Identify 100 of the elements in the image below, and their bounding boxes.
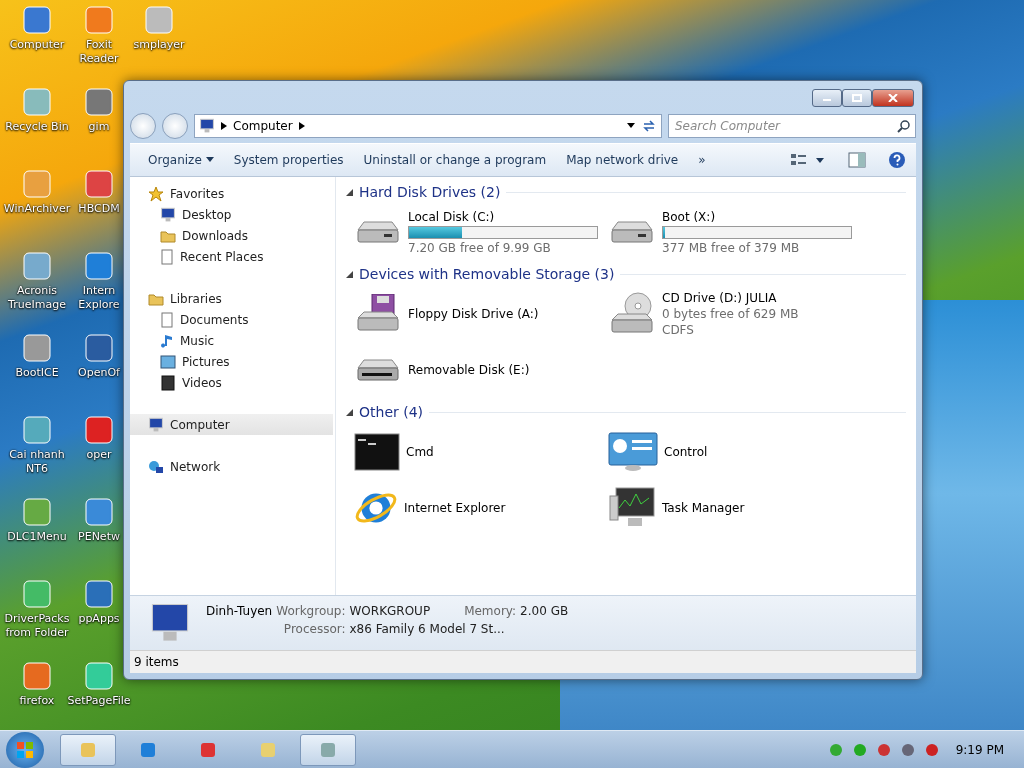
app-icon[interactable] <box>21 332 53 364</box>
app-icon[interactable] <box>83 660 115 692</box>
breadcrumb[interactable]: Computer <box>233 119 293 133</box>
sidebar-item[interactable]: Computer <box>130 414 333 435</box>
taskbar-app-button[interactable] <box>300 733 356 766</box>
tray-icon[interactable] <box>851 741 868 758</box>
collapse-arrow-icon[interactable] <box>346 408 353 416</box>
toolbar-button[interactable]: Organize <box>140 149 222 171</box>
item-name[interactable]: Removable Disk (E:) <box>408 363 530 377</box>
tray-icon[interactable] <box>875 741 892 758</box>
dropdown-icon <box>205 157 214 163</box>
chevron-icon <box>221 122 227 130</box>
toolbar-button[interactable]: Map network drive <box>558 149 687 171</box>
detail-label: Processor: <box>282 622 346 636</box>
music-note-icon <box>160 332 174 349</box>
app-icon[interactable] <box>83 168 115 200</box>
item-name[interactable]: Internet Explorer <box>404 501 506 515</box>
preview-pane-icon[interactable] <box>848 152 866 168</box>
desktop-icon-label[interactable]: BootICE <box>15 366 59 380</box>
minimize-button[interactable] <box>812 89 842 107</box>
item-detail: 377 MB free of 379 MB <box>662 240 801 255</box>
desktop-icon-label[interactable]: Acronis TrueImage <box>0 284 74 312</box>
taskbar-app-button[interactable] <box>60 733 116 766</box>
search-input[interactable]: Search Computer <box>673 118 897 134</box>
desktop-icon-label[interactable]: SetPageFile <box>67 694 131 708</box>
clock[interactable]: 9:19 PM <box>955 742 1004 757</box>
close-button[interactable] <box>872 89 914 107</box>
desktop-icon-label[interactable]: oper <box>86 448 112 462</box>
computer-icon <box>199 118 215 134</box>
group-header[interactable]: Hard Disk Drives (2) <box>359 184 501 200</box>
sidebar-item[interactable]: Music <box>130 330 333 351</box>
desktop-icon-label[interactable]: OpenOf <box>78 366 120 380</box>
item-name[interactable]: Control <box>664 445 708 459</box>
item-name[interactable]: Task Manager <box>662 501 745 515</box>
app-icon <box>139 740 157 759</box>
app-icon[interactable] <box>21 496 53 528</box>
computer-icon <box>148 416 164 433</box>
sidebar-item[interactable]: Pictures <box>130 351 333 372</box>
group-header[interactable]: Devices with Removable Storage (3) <box>359 266 615 282</box>
item-name[interactable]: CD Drive (D:) JULIA <box>662 291 799 305</box>
app-icon[interactable] <box>21 4 53 36</box>
app-icon[interactable] <box>83 496 115 528</box>
sidebar-item[interactable]: Network <box>130 456 333 477</box>
desktop-icon-label[interactable]: DLC1Menu <box>7 530 67 544</box>
app-icon[interactable] <box>83 4 115 36</box>
toolbar-button[interactable]: System properties <box>225 149 352 171</box>
folder-icon <box>160 228 176 243</box>
app-icon[interactable] <box>21 250 53 282</box>
item-name[interactable]: Cmd <box>406 445 434 459</box>
back-button[interactable] <box>130 113 156 139</box>
app-icon[interactable] <box>21 86 53 118</box>
tray-icon[interactable] <box>899 741 916 758</box>
desktop-icon-label[interactable]: PENetw <box>78 530 120 544</box>
app-icon[interactable] <box>83 86 115 118</box>
toolbar-button[interactable]: Uninstall or change a program <box>355 149 555 171</box>
group-header[interactable]: Other (4) <box>359 404 424 420</box>
item-name[interactable]: Floppy Disk Drive (A:) <box>408 307 539 321</box>
maximize-icon <box>852 94 862 102</box>
item-detail: 7.20 GB free of 9.99 GB <box>408 240 552 255</box>
desktop-icon <box>160 206 176 223</box>
sidebar-item[interactable]: Recent Places <box>130 246 333 267</box>
item-name[interactable]: Local Disk (C:) <box>408 209 598 224</box>
sidebar-item[interactable]: Downloads <box>130 225 333 246</box>
app-icon[interactable] <box>21 578 53 610</box>
collapse-arrow-icon[interactable] <box>346 188 353 196</box>
detail-value: x86 Family 6 Model 7 St... <box>349 622 506 636</box>
view-options-icon[interactable] <box>790 152 826 168</box>
tray-icon[interactable] <box>923 741 940 758</box>
app-icon[interactable] <box>83 332 115 364</box>
floppy-drive-icon <box>354 294 402 334</box>
maximize-button[interactable] <box>842 89 872 107</box>
search-icon <box>897 119 911 133</box>
sidebar-item[interactable]: Libraries <box>130 288 333 309</box>
search-box[interactable]: Search Computer <box>668 114 916 138</box>
desktop-icon-label[interactable]: Cai nhanh NT6 <box>0 448 74 476</box>
forward-button[interactable] <box>162 113 188 139</box>
app-icon[interactable] <box>21 660 53 692</box>
app-icon[interactable] <box>21 414 53 446</box>
app-icon[interactable] <box>83 578 115 610</box>
help-icon[interactable] <box>888 151 906 169</box>
app-icon[interactable] <box>21 168 53 200</box>
app-icon <box>319 740 337 759</box>
address-bar[interactable]: Computer <box>194 114 662 138</box>
sidebar-item[interactable]: Videos <box>130 372 333 393</box>
sidebar-item[interactable]: Documents <box>130 309 333 330</box>
cd-drive-icon <box>608 292 656 336</box>
tray-icon[interactable] <box>827 741 844 758</box>
dropdown-icon[interactable] <box>627 123 635 129</box>
refresh-icon[interactable] <box>641 119 657 133</box>
collapse-arrow-icon[interactable] <box>346 270 353 278</box>
start-button[interactable] <box>6 731 44 768</box>
desktop-icon-label[interactable]: Intern Explore <box>74 284 124 312</box>
item-name[interactable]: Boot (X:) <box>662 209 852 224</box>
computer-name: Dinh-Tuyen <box>206 604 273 618</box>
sidebar-item[interactable]: Favorites <box>130 183 333 204</box>
app-icon[interactable] <box>83 414 115 446</box>
app-icon[interactable] <box>83 250 115 282</box>
sidebar-item[interactable]: Desktop <box>130 204 333 225</box>
library-folder-icon <box>148 291 164 306</box>
toolbar-button[interactable]: » <box>690 149 714 171</box>
